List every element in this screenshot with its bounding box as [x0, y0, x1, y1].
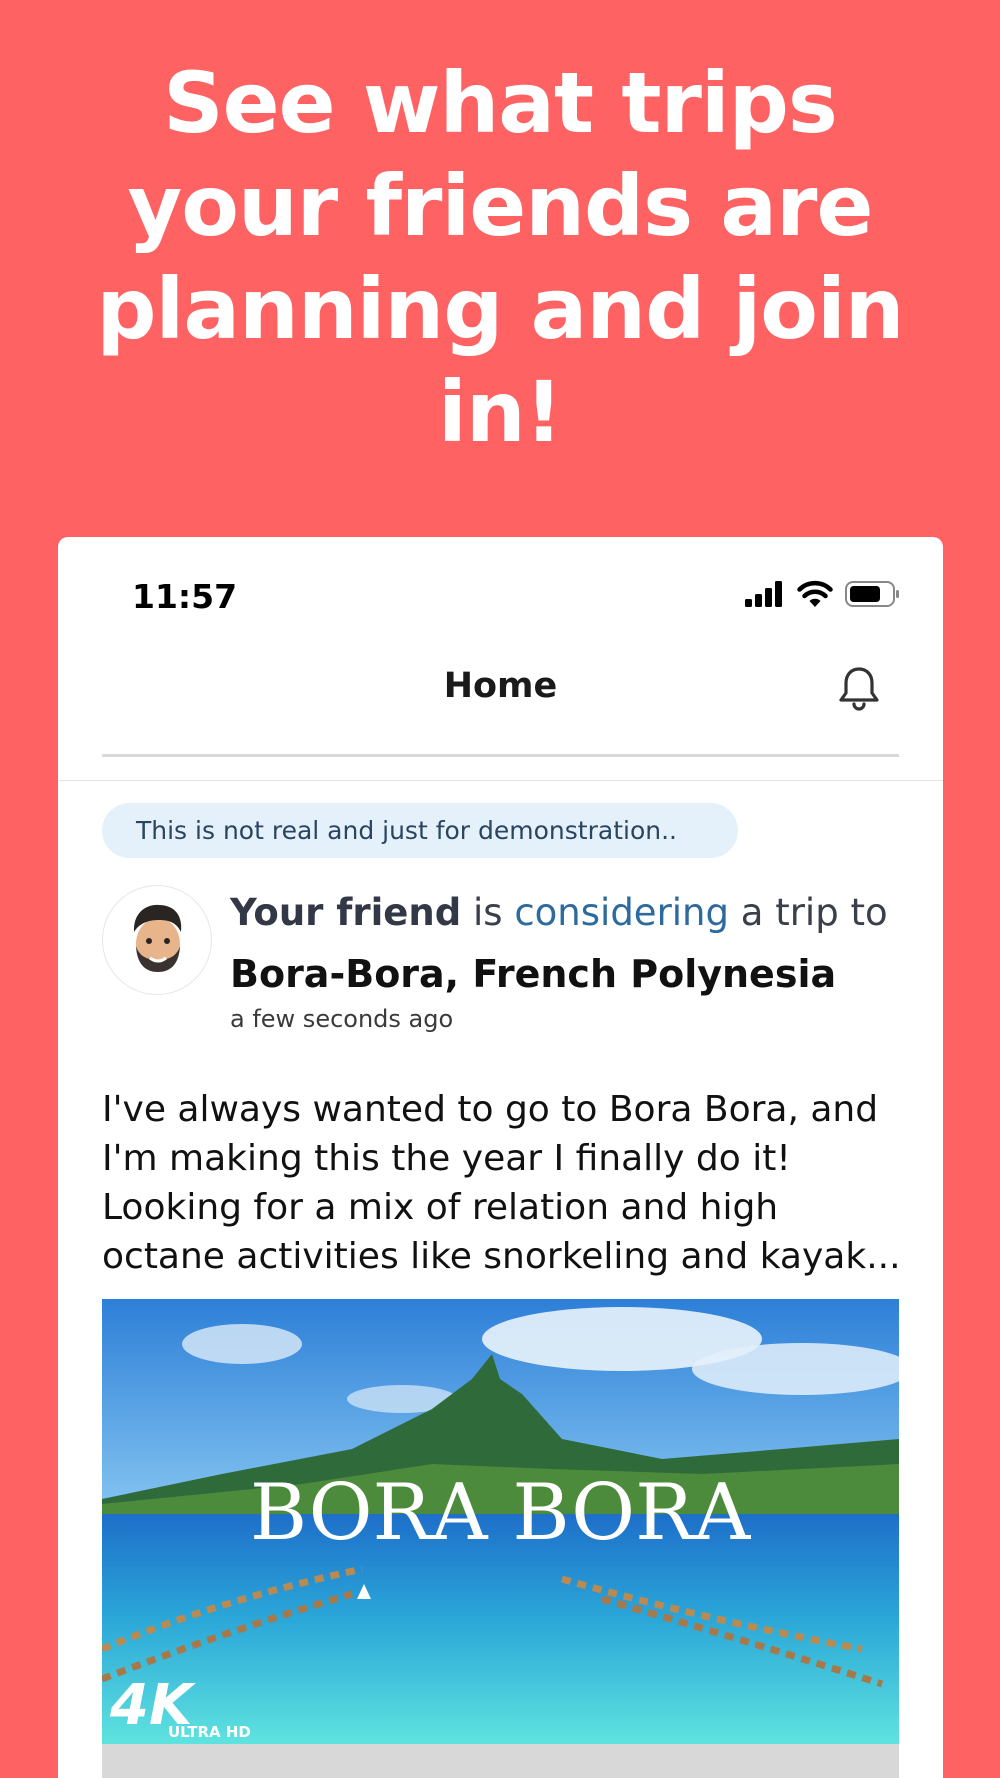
bell-icon[interactable]	[837, 665, 881, 711]
status-bar: 11:57	[58, 537, 943, 647]
photo-overlay-title: BORA BORA	[250, 1468, 752, 1558]
bora-bora-landscape-image: BORA BORA 4K ULTRA HD	[102, 1299, 899, 1744]
battery-icon	[845, 581, 899, 607]
phone-screen: 11:57 Home This is not real and just for…	[58, 537, 943, 1778]
signal-icon	[745, 581, 782, 607]
wifi-icon	[797, 580, 833, 607]
demo-notice-badge: This is not real and just for demonstrat…	[102, 803, 738, 858]
photo-ultrahd-badge: ULTRA HD	[168, 1723, 251, 1741]
memoji-avatar-icon	[133, 904, 182, 972]
post-summary: Your friend is considering a trip to	[230, 889, 910, 937]
nav-bar: Home	[58, 647, 943, 781]
post-suffix: a trip to	[740, 891, 888, 934]
status-time: 11:57	[132, 577, 238, 616]
post-author[interactable]: Your friend	[230, 891, 461, 934]
trip-destination[interactable]: Bora-Bora, French Polynesia	[230, 951, 910, 997]
post-header: Your friend is considering a trip to Bor…	[230, 889, 910, 1033]
trip-status-link[interactable]: considering	[514, 891, 729, 934]
status-icons	[745, 577, 901, 611]
post-timestamp: a few seconds ago	[230, 1005, 454, 1033]
post-verb: is	[473, 891, 503, 934]
page-title: Home	[443, 666, 558, 706]
trip-photo[interactable]: BORA BORA 4K ULTRA HD	[102, 1299, 899, 1744]
section-divider	[102, 754, 899, 757]
promo-headline: See what trips your friends are planning…	[96, 54, 904, 461]
post-body-text: I've always wanted to go to Bora Bora, a…	[102, 1089, 901, 1277]
avatar[interactable]	[102, 885, 212, 995]
photo-caption-strip	[102, 1744, 899, 1778]
